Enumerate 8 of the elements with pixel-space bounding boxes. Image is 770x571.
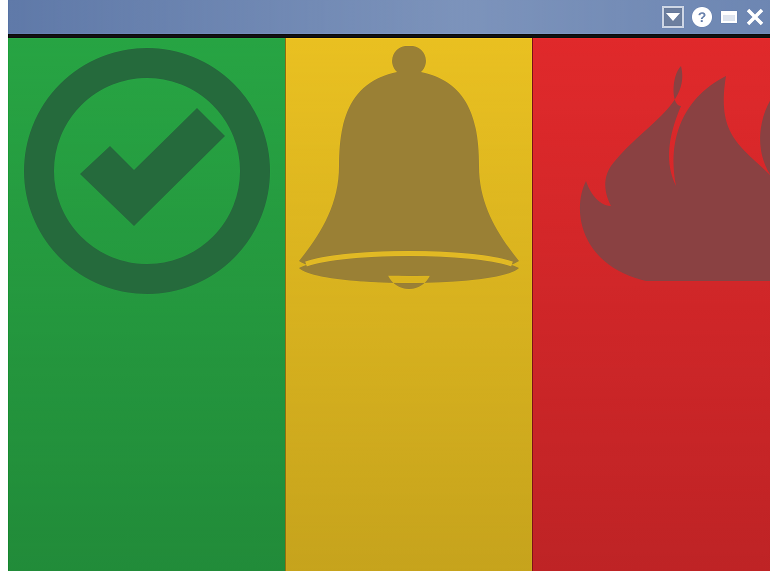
maximize-button[interactable] xyxy=(720,9,738,25)
dropdown-button[interactable] xyxy=(662,6,684,28)
check-circle-icon xyxy=(22,46,272,296)
close-icon xyxy=(746,8,764,26)
caret-icon xyxy=(666,13,680,21)
close-button[interactable] xyxy=(746,8,764,26)
window-icon xyxy=(720,9,738,25)
help-button[interactable]: ? xyxy=(692,7,712,27)
